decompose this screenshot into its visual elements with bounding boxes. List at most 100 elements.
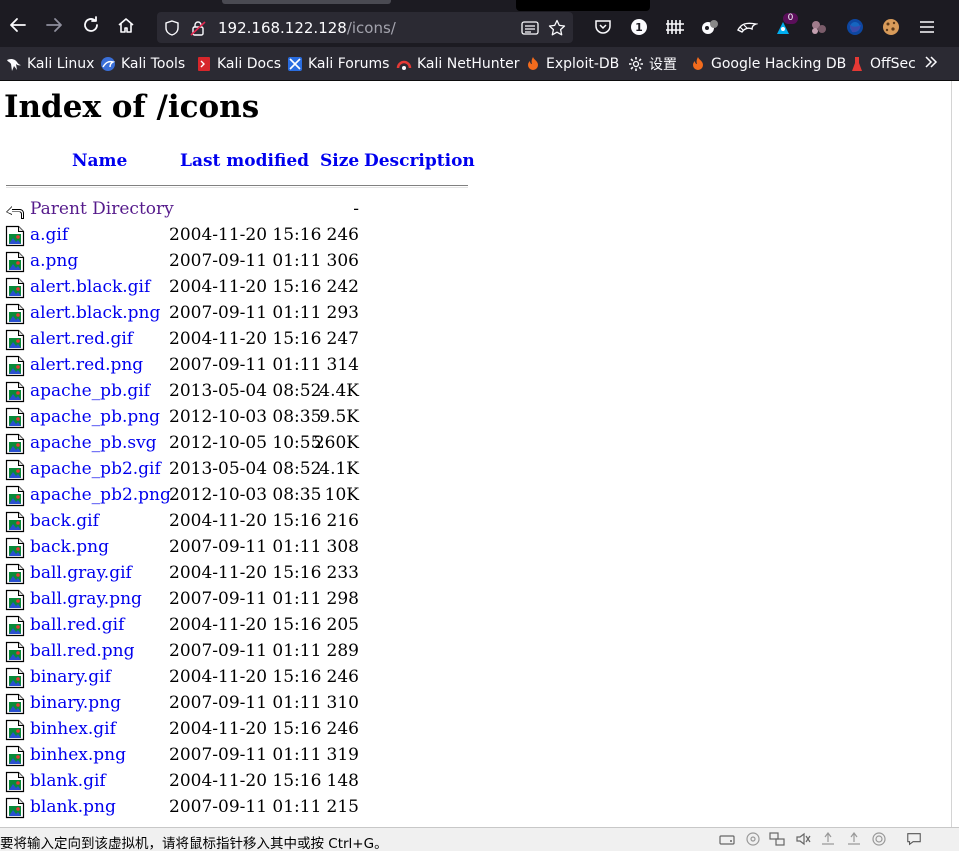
file-link[interactable]: binhex.png [30,745,126,765]
bookmark-google-hacking-db[interactable]: Google Hacking DB [690,55,846,73]
extension-badge-icon[interactable]: 1 [628,16,650,38]
bookmark-label: 设置 [649,57,677,73]
hard-disk-icon[interactable] [719,831,735,847]
file-link[interactable]: binhex.gif [30,719,116,739]
file-size: 314 [326,355,359,375]
bookmark-kali-linux[interactable]: Kali Linux [6,55,94,73]
shield-icon[interactable] [163,19,181,37]
cd-rom-icon[interactable] [745,831,761,847]
image-file-icon [5,459,25,481]
image-file-icon [5,667,25,689]
status-message: 要将输入定向到该虚拟机，请将鼠标指针移入其中或按 Ctrl+G。 [0,836,388,852]
file-link[interactable]: alert.black.png [30,303,160,323]
cookie-icon[interactable] [880,16,902,38]
file-row: a.png 2007-09-11 01:11 306 [0,249,480,275]
firefox-account-icon[interactable] [844,16,866,38]
bookmark-kali-docs[interactable]: Kali Docs [196,55,281,73]
foxyproxy-icon[interactable] [736,16,758,38]
file-size: 242 [326,277,359,297]
url-text[interactable]: 192.168.122.128/icons/ [218,19,396,37]
bookmark-star-icon[interactable] [548,19,566,37]
file-link[interactable]: ball.red.gif [30,615,124,635]
bookmark-exploit-db[interactable]: Exploit-DB [525,55,619,73]
reader-view-icon[interactable] [521,19,539,37]
column-header-description[interactable]: Description [364,151,475,171]
column-header-name[interactable]: Name [72,151,127,171]
file-link[interactable]: apache_pb2.gif [30,459,161,479]
file-size: 293 [326,303,359,323]
file-modified: 2007-09-11 01:11 [169,797,322,817]
forward-button[interactable] [42,13,66,37]
hackbar-icon[interactable] [664,16,686,38]
file-link[interactable]: blank.png [30,797,116,817]
file-row: back.png 2007-09-11 01:11 308 [0,535,480,561]
bookmark-kali-nethunter[interactable]: Kali NetHunter [396,55,519,73]
file-link[interactable]: back.png [30,537,109,557]
address-bar[interactable]: 192.168.122.128/icons/ [157,12,573,43]
file-link[interactable]: alert.black.gif [30,277,150,297]
file-link[interactable]: blank.gif [30,771,106,791]
file-size: 10K [324,485,359,505]
file-link[interactable]: ball.gray.png [30,589,142,609]
column-header-size[interactable]: Size [320,151,359,171]
parent-directory-link[interactable]: Parent Directory [30,199,174,219]
gear-icon [628,56,644,72]
display-icon[interactable] [871,831,887,847]
bookmarks-overflow-button[interactable] [924,55,938,73]
file-link[interactable]: alert.red.gif [30,329,133,349]
sound-card-icon[interactable] [795,831,811,847]
hamburger-menu-icon[interactable] [916,16,938,38]
wappalyzer-icon[interactable] [700,16,722,38]
image-file-icon [5,225,25,247]
image-file-icon [5,693,25,715]
file-link[interactable]: back.gif [30,511,99,531]
file-row: a.gif 2004-11-20 15:16 246 [0,223,480,249]
reload-button[interactable] [79,13,103,37]
page-content: Index of /icons Name Last modified Size … [0,81,952,827]
browser-toolbar: 192.168.122.128/icons/ 1 0 [0,0,959,47]
user-agent-switcher-icon[interactable]: 0 [772,13,798,38]
nethunter-icon [396,56,412,72]
file-modified: 2004-11-20 15:16 [169,329,322,349]
message-log-icon[interactable] [906,831,922,847]
column-header-last-modified[interactable]: Last modified [180,151,309,171]
bookmark-offsec[interactable]: OffSec [849,55,916,73]
file-link[interactable]: apache_pb.gif [30,381,150,401]
file-size: 289 [326,641,359,661]
file-row: ball.red.png 2007-09-11 01:11 289 [0,639,480,665]
file-row: ball.gray.gif 2004-11-20 15:16 233 [0,561,480,587]
back-button[interactable] [6,13,30,37]
bookmark-settings[interactable]: 设置 [628,55,677,73]
home-button[interactable] [114,13,138,37]
file-link[interactable]: binary.gif [30,667,111,687]
file-modified: 2004-11-20 15:16 [169,277,322,297]
file-link[interactable]: binary.png [30,693,121,713]
file-row: apache_pb.png 2012-10-03 08:35 9.5K [0,405,480,431]
insecure-lock-icon[interactable] [189,19,207,37]
bookmark-kali-forums[interactable]: Kali Forums [287,55,389,73]
network-adapter-icon[interactable] [769,831,785,847]
usb-device-icon[interactable] [820,831,836,847]
file-modified: 2012-10-03 08:35 [169,485,322,505]
cookie-editor-icon[interactable] [808,16,830,38]
file-link[interactable]: ball.red.png [30,641,134,661]
file-link[interactable]: apache_pb.png [30,407,160,427]
file-size: 306 [326,251,359,271]
file-link[interactable]: alert.red.png [30,355,143,375]
usb-device-icon[interactable] [846,831,862,847]
file-link[interactable]: ball.gray.gif [30,563,132,583]
bookmark-label: Kali Docs [217,56,282,72]
kali-dragon-icon [6,56,22,72]
file-link[interactable]: apache_pb2.png [30,485,171,505]
vertical-scrollbar[interactable] [951,81,959,827]
pocket-icon[interactable] [592,16,614,38]
file-modified: 2007-09-11 01:11 [169,251,322,271]
bookmark-kali-tools[interactable]: Kali Tools [100,55,185,73]
file-link[interactable]: a.gif [30,225,68,245]
parent-directory-row: Parent Directory - [0,197,480,223]
bookmark-label: OffSec [870,56,916,72]
file-row: blank.png 2007-09-11 01:11 215 [0,795,480,821]
file-row: alert.black.gif 2004-11-20 15:16 242 [0,275,480,301]
file-link[interactable]: a.png [30,251,78,271]
file-link[interactable]: apache_pb.svg [30,433,157,453]
